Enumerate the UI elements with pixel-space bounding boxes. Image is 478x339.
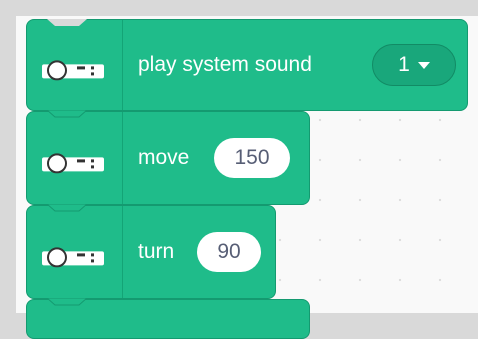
angle-input[interactable]: 90 — [197, 232, 261, 272]
workspace-frame-top — [0, 0, 478, 16]
move-block[interactable]: move 150 — [26, 111, 310, 212]
block-tab — [47, 298, 87, 306]
block-label: play system sound — [138, 53, 312, 76]
block-tab — [47, 204, 87, 212]
robot-icon — [42, 60, 104, 81]
sound-dropdown-value: 1 — [398, 53, 410, 76]
robot-icon — [42, 153, 104, 174]
block-icon-area — [27, 206, 123, 298]
sound-dropdown[interactable]: 1 — [372, 44, 456, 86]
block-icon-area — [27, 112, 123, 204]
block-tab — [47, 110, 87, 118]
turn-block[interactable]: turn 90 — [26, 205, 276, 306]
block-label: turn — [138, 240, 175, 263]
workspace-frame-left — [0, 0, 16, 313]
play-system-sound-block[interactable]: play system sound 1 — [26, 19, 468, 118]
robot-icon — [42, 247, 104, 268]
chevron-down-icon — [417, 61, 430, 69]
distance-input[interactable]: 150 — [214, 138, 290, 178]
block-label: move — [138, 146, 190, 169]
block-icon-area — [27, 20, 123, 110]
